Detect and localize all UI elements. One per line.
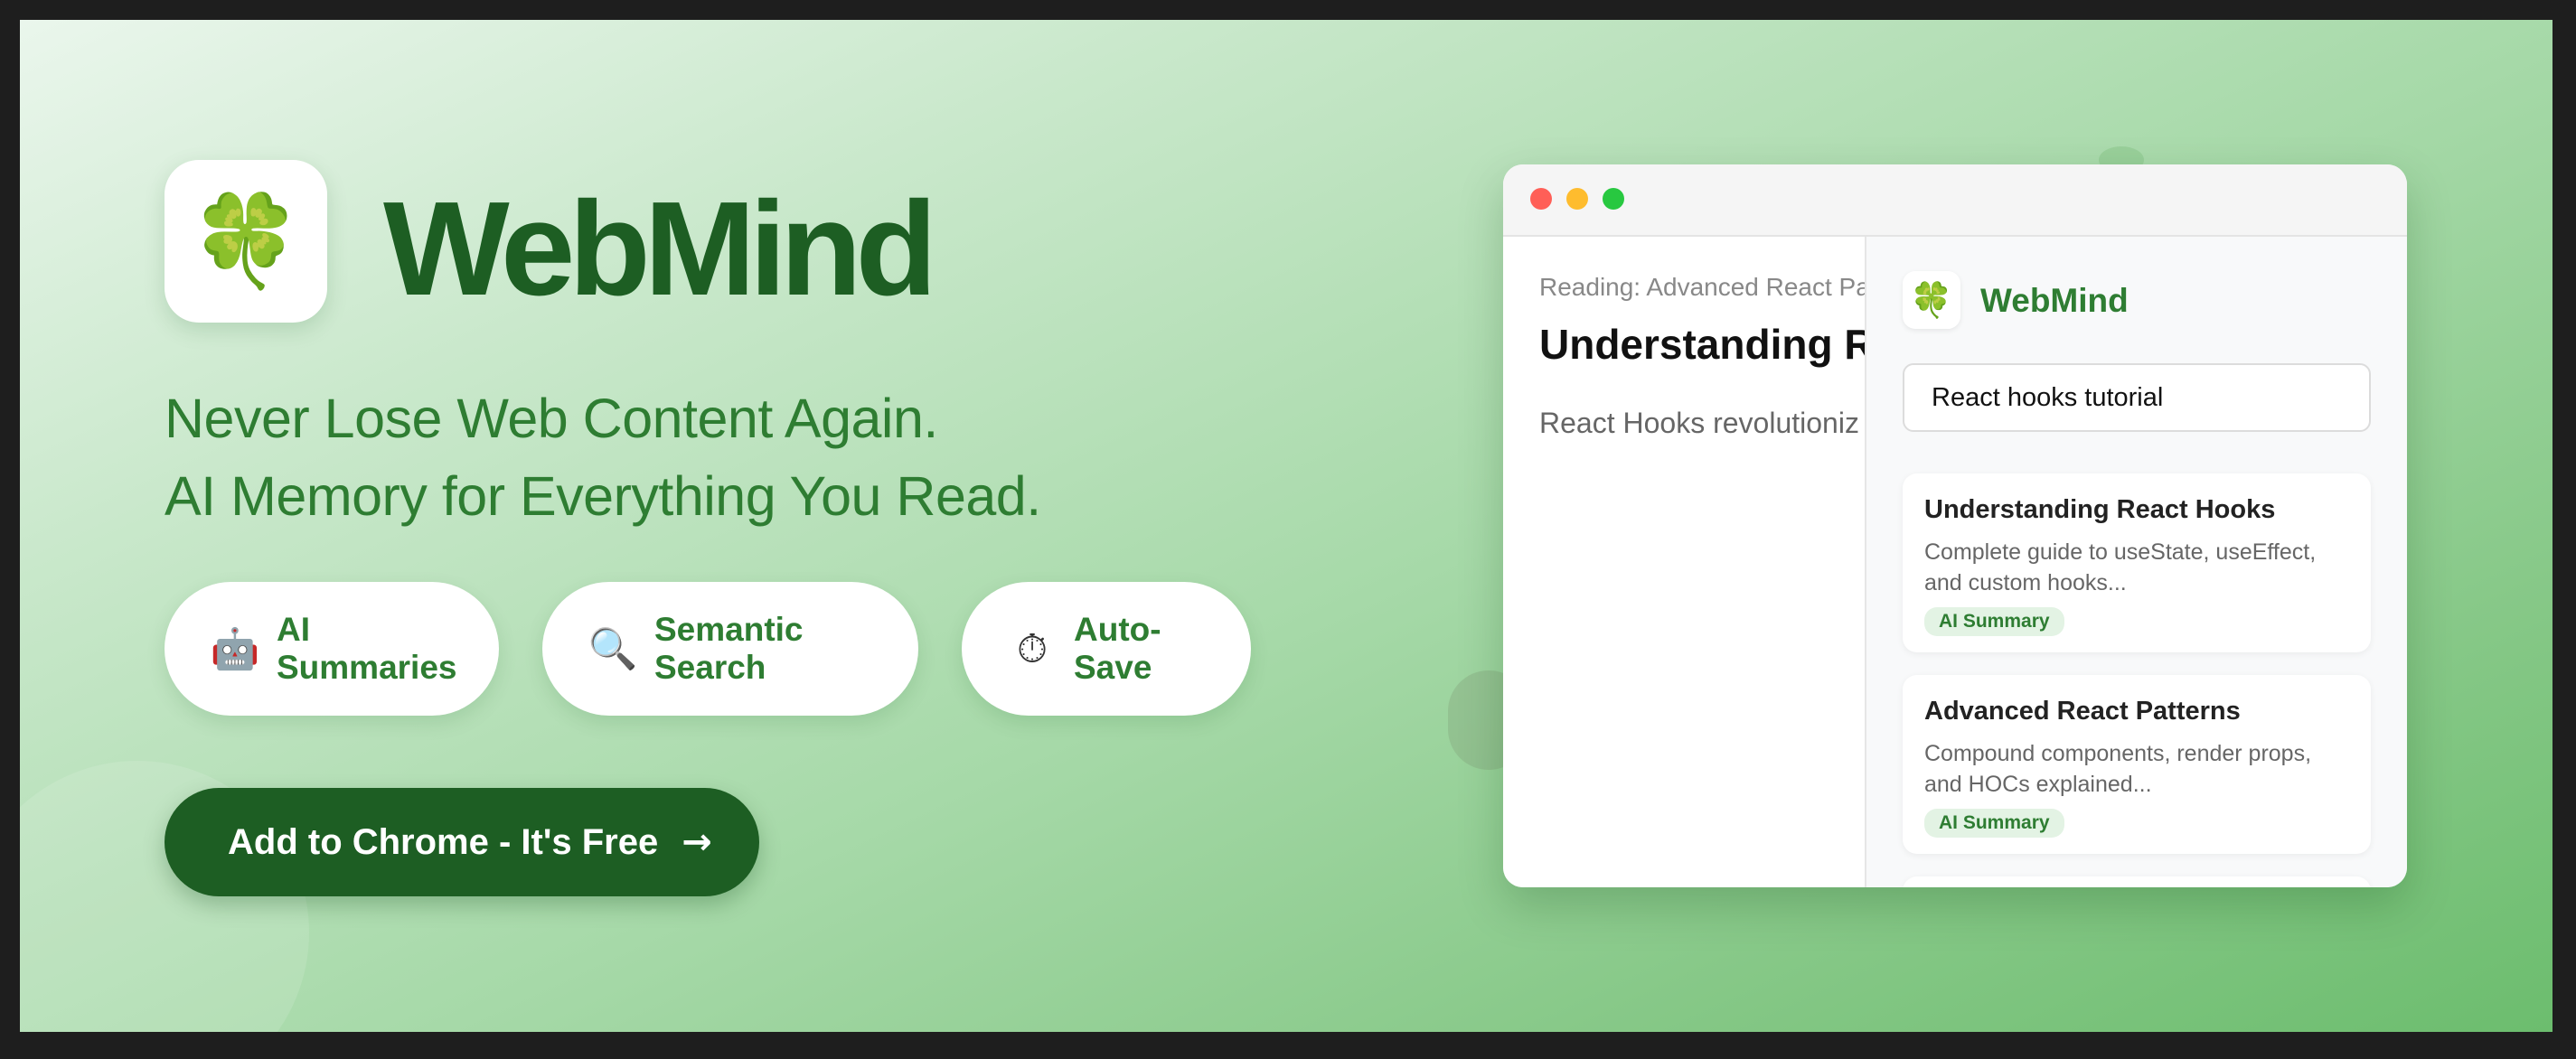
feature-label: AI Summaries (277, 611, 457, 686)
feature-label: Auto- Save (1074, 611, 1161, 686)
cta-label: Add to Chrome - It's Free (228, 821, 659, 862)
ai-summary-badge: AI Summary (1924, 809, 2064, 838)
ai-summary-badge: AI Summary (1924, 607, 2064, 636)
page-body-text: React Hooks revolutioniz (1539, 407, 1859, 439)
tagline-line-2: AI Memory for Everything You Read. (165, 465, 1041, 527)
arrow-right-icon: → (682, 821, 712, 863)
result-card[interactable]: Advanced React Patterns Compound compone… (1903, 675, 2371, 854)
window-close-dot[interactable] (1530, 188, 1552, 210)
brand-name: WebMind (383, 174, 937, 323)
window-maximize-dot[interactable] (1603, 188, 1624, 210)
result-title: Advanced React Patterns (1924, 697, 2241, 726)
page-title: Understanding R (1539, 321, 1865, 368)
search-input[interactable] (1903, 363, 2371, 432)
hero-banner: 🍀 WebMind Never Lose Web Content Again. … (20, 20, 2552, 1032)
feature-pill-semantic-search: 🔍 Semantic Search (542, 582, 918, 716)
tagline: Never Lose Web Content Again. AI Memory … (165, 380, 1041, 535)
add-to-chrome-button[interactable]: Add to Chrome - It's Free → (165, 788, 759, 896)
web-page-content: Reading: Advanced React Pa Understanding… (1503, 237, 1865, 887)
page-reading-label: Reading: Advanced React Pa (1539, 273, 1865, 301)
result-description: Complete guide to useState, useEffect, a… (1924, 539, 2317, 595)
robot-icon: 🤖 (210, 626, 260, 672)
result-description: Compound components, render props, and H… (1924, 741, 2312, 797)
magnifier-icon: 🔍 (588, 626, 638, 672)
result-card[interactable]: Understanding React Hooks Complete guide… (1903, 473, 2371, 652)
feature-pill-ai-summaries: 🤖 AI Summaries (165, 582, 499, 716)
feature-label: Semantic Search (654, 611, 804, 686)
four-leaf-clover-icon: 🍀 (1903, 271, 1960, 329)
stopwatch-icon: ⏱ (1016, 625, 1048, 672)
four-leaf-clover-icon: 🍀 (189, 188, 303, 294)
panel-brand-name: WebMind (1980, 282, 2129, 319)
window-minimize-dot[interactable] (1566, 188, 1588, 210)
result-title: Understanding React Hooks (1924, 495, 2276, 524)
browser-mockup: Reading: Advanced React Pa Understanding… (1503, 164, 2407, 887)
extension-side-panel: 🍀 WebMind Understanding React Hooks Comp… (1865, 237, 2407, 887)
feature-pill-auto-save: ⏱ Auto- Save (962, 582, 1251, 716)
logo: 🍀 (165, 160, 327, 323)
tagline-line-1: Never Lose Web Content Again. (165, 388, 938, 449)
result-card-partial[interactable] (1903, 876, 2371, 887)
browser-titlebar (1503, 164, 2407, 237)
